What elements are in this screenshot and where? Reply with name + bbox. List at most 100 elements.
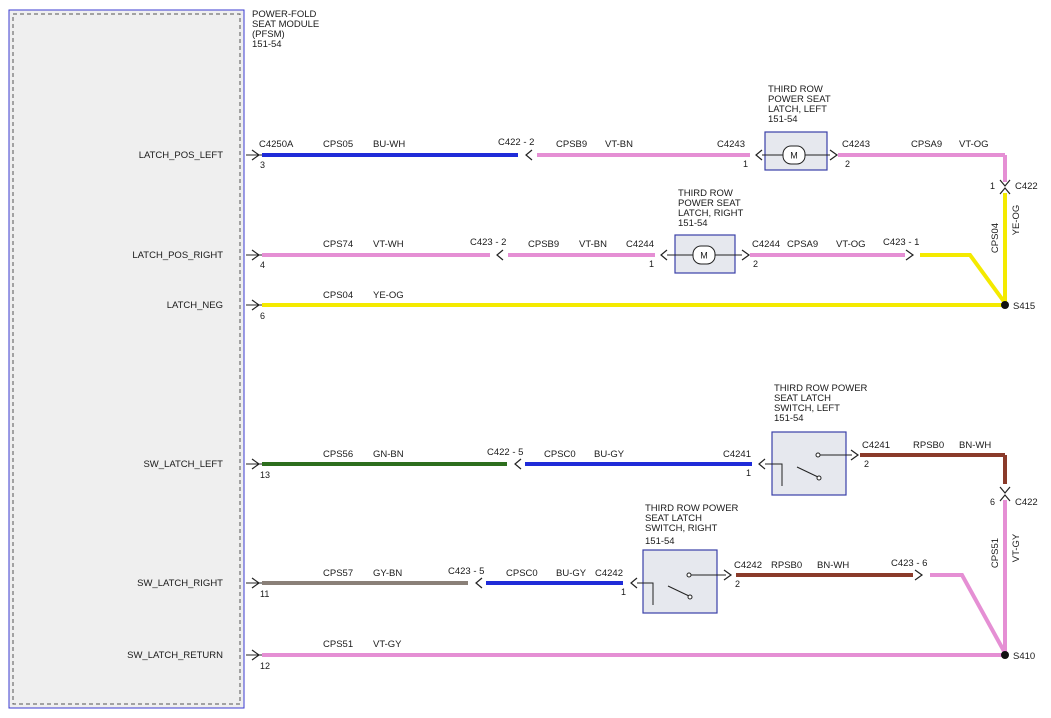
pin-13: 13 bbox=[260, 470, 270, 480]
connector-c422-1-pin: 1 bbox=[990, 181, 995, 191]
wire-label-vt-gy: VT-GY bbox=[373, 639, 402, 650]
latch-left-title-line4: 151-54 bbox=[768, 114, 798, 125]
connector-c4244-pin1: 1 bbox=[649, 259, 654, 269]
latch-right-component: M bbox=[667, 234, 742, 274]
pin-12: 12 bbox=[260, 661, 270, 671]
connector-c4243-in: C4243 bbox=[717, 139, 745, 150]
pin-4: 4 bbox=[260, 260, 265, 270]
wire-label-rpsb0-b: RPSB0 bbox=[771, 560, 802, 571]
connector-c422-2: C422 - 2 bbox=[498, 137, 534, 148]
connector-c422-5-arrow bbox=[514, 458, 522, 470]
signal-latch-pos-left: LATCH_POS_LEFT bbox=[139, 150, 223, 161]
wire-label-ye-og: YE-OG bbox=[373, 290, 404, 301]
connector-c423-2: C423 - 2 bbox=[470, 237, 506, 248]
module-title-line4: 151-54 bbox=[252, 39, 282, 50]
wiring-diagram: POWER-FOLD SEAT MODULE (PFSM) 151-54 LAT… bbox=[8, 9, 1038, 709]
wire-label-cpsc0-a: CPSC0 bbox=[544, 449, 576, 460]
wire-label-vt-wh: VT-WH bbox=[373, 239, 404, 250]
switch-right-contact-a bbox=[687, 594, 693, 600]
wire-label-bu-gy-b: BU-GY bbox=[556, 568, 587, 579]
connector-c4244-out: C4244 bbox=[752, 239, 780, 250]
wire-label-cps04-v: CPS04 bbox=[990, 223, 1001, 253]
motor-symbol-left: M bbox=[790, 151, 798, 161]
wire-label-cps74: CPS74 bbox=[323, 239, 353, 250]
wire-label-cpsa9-a: CPSA9 bbox=[911, 139, 942, 150]
pin-11: 11 bbox=[260, 589, 269, 599]
signal-sw-latch-left: SW_LATCH_LEFT bbox=[143, 459, 223, 470]
connector-c423-2-arrow bbox=[496, 249, 504, 261]
connector-c4242-pin1: 1 bbox=[621, 587, 626, 597]
wire-label-gn-bn: GN-BN bbox=[373, 449, 404, 460]
wire-ye-og-branch bbox=[920, 253, 1007, 305]
wire-label-cpsb9-a: CPSB9 bbox=[556, 139, 587, 150]
wire-label-vt-og-b: VT-OG bbox=[836, 239, 866, 250]
connector-c422-5: C422 - 5 bbox=[487, 447, 523, 458]
wire-label-cps05: CPS05 bbox=[323, 139, 353, 150]
switch-left-title-line4: 151-54 bbox=[774, 413, 804, 424]
latch-right-title-line4: 151-54 bbox=[678, 218, 708, 229]
wire-label-vt-gy-v: VT-GY bbox=[1011, 533, 1022, 562]
switch-left-contact-b bbox=[815, 452, 821, 458]
splice-label-s410: S410 bbox=[1013, 651, 1035, 662]
connector-c422-6: C422 bbox=[1015, 497, 1038, 508]
pin-3: 3 bbox=[260, 160, 265, 170]
connector-c423-1: C423 - 1 bbox=[883, 237, 919, 248]
switch-left-box bbox=[771, 431, 847, 496]
circuit-latch-pos-left bbox=[262, 153, 1007, 182]
switch-right-title-line3: SWITCH, RIGHT bbox=[645, 523, 717, 534]
splice-label-s415: S415 bbox=[1013, 301, 1035, 312]
pin-6: 6 bbox=[260, 311, 265, 321]
switch-right-box bbox=[642, 549, 718, 614]
switch-left-component bbox=[765, 431, 852, 496]
connector-c423-5: C423 - 5 bbox=[448, 566, 484, 577]
wire-label-rpsb0-a: RPSB0 bbox=[913, 440, 944, 451]
wire-label-cps51: CPS51 bbox=[323, 639, 353, 650]
signal-latch-pos-right: LATCH_POS_RIGHT bbox=[132, 250, 223, 261]
wire-label-cpsb9-b: CPSB9 bbox=[528, 239, 559, 250]
connector-c423-6-arrow bbox=[914, 569, 924, 581]
connector-c423-1-arrow bbox=[905, 249, 915, 261]
connector-c4241-in: C4241 bbox=[723, 449, 751, 460]
connector-c4242-out: C4242 bbox=[734, 560, 762, 571]
wire-label-cps04: CPS04 bbox=[323, 290, 353, 301]
connector-c4243-out: C4243 bbox=[842, 139, 870, 150]
connector-c423-5-arrow bbox=[475, 577, 483, 589]
connector-c422-6-arrow-top bbox=[999, 486, 1011, 494]
wire-label-cps56: CPS56 bbox=[323, 449, 353, 460]
splice-s415 bbox=[1001, 301, 1009, 309]
c4242-in-arrow bbox=[630, 577, 638, 589]
c4243-out-arrow bbox=[829, 149, 839, 161]
wire-label-ye-og-v: YE-OG bbox=[1011, 205, 1022, 236]
connector-c4241-pin1: 1 bbox=[746, 468, 751, 478]
switch-left-contact-a bbox=[816, 475, 822, 481]
connector-c4250a: C4250A bbox=[259, 139, 294, 150]
switch-right-title-line4: 151-54 bbox=[645, 536, 675, 547]
wire-label-vt-bn-a: VT-BN bbox=[605, 139, 633, 150]
connector-c4241-out: C4241 bbox=[862, 440, 890, 451]
signal-sw-latch-right: SW_LATCH_RIGHT bbox=[137, 578, 223, 589]
motor-symbol-right: M bbox=[700, 251, 708, 261]
wire-vt-gy-branch bbox=[930, 573, 1007, 654]
wire-label-bn-wh-a: BN-WH bbox=[959, 440, 991, 451]
wire-label-cps51-v: CPS51 bbox=[990, 538, 1001, 568]
connector-c4242-in: C4242 bbox=[595, 568, 623, 579]
signal-sw-latch-return: SW_LATCH_RETURN bbox=[127, 650, 223, 661]
module-outer-border bbox=[8, 9, 245, 709]
connector-c4242-pin2: 2 bbox=[735, 579, 740, 589]
wire-label-gy-bn: GY-BN bbox=[373, 568, 402, 579]
wire-label-cpsc0-b: CPSC0 bbox=[506, 568, 538, 579]
wire-label-vt-bn-b: VT-BN bbox=[579, 239, 607, 250]
splice-s410 bbox=[1001, 651, 1009, 659]
connector-c422-2-arrow bbox=[525, 149, 533, 161]
wire-label-cps57: CPS57 bbox=[323, 568, 353, 579]
signal-latch-neg: LATCH_NEG bbox=[167, 300, 223, 311]
switch-right-contact-b bbox=[686, 572, 692, 578]
connector-c4243-pin1: 1 bbox=[743, 159, 748, 169]
c4241-in-arrow bbox=[758, 458, 766, 470]
connector-c422-1: C422 bbox=[1015, 181, 1038, 192]
latch-left-component: M bbox=[762, 131, 830, 171]
wire-label-cpsa9-b: CPSA9 bbox=[787, 239, 818, 250]
c4243-in-arrow bbox=[755, 149, 763, 161]
c4244-out-arrow bbox=[741, 249, 751, 261]
wire-label-bu-gy-a: BU-GY bbox=[594, 449, 625, 460]
